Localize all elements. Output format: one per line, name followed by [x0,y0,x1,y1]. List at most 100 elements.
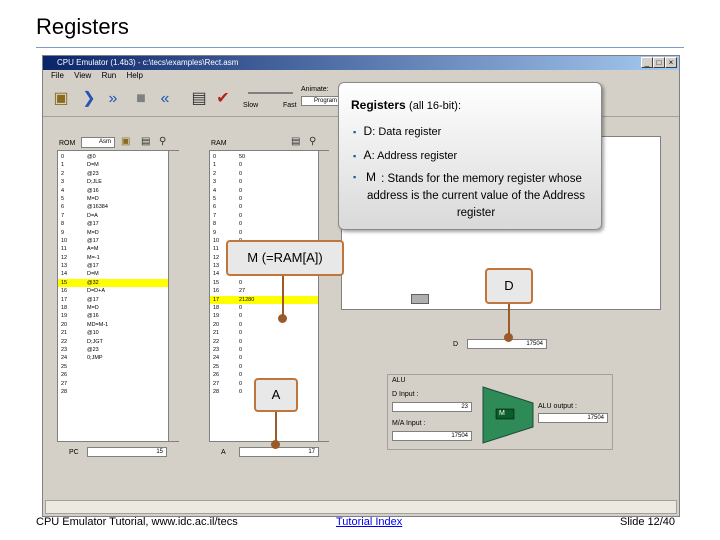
ram-row[interactable]: 15 0 [210,279,318,287]
pc-value[interactable]: 15 [87,447,167,457]
document-icon[interactable]: ▤ [141,136,150,147]
tutorial-index-link[interactable]: Tutorial Index [336,516,402,528]
rom-scrollbar[interactable] [168,151,179,441]
rom-row[interactable]: 22 D;JGT [58,338,168,346]
rom-row[interactable]: 25 [58,363,168,371]
ram-row[interactable]: 20 0 [210,321,318,329]
ram-row[interactable]: 40 [210,187,318,195]
d-register-callout: D [485,268,533,304]
ram-row[interactable]: 80 [210,220,318,228]
ram-row[interactable]: 60 [210,203,318,211]
rom-row[interactable]: 10 @17 [58,237,168,245]
open-folder-icon[interactable]: ▣ [121,136,130,147]
keyboard-icon[interactable] [411,294,429,304]
ram-row-value: 50 [239,154,246,160]
menu-file[interactable]: File [51,71,64,80]
rom-row[interactable]: 6 @16384 [58,203,168,211]
ram-row[interactable]: 10 [210,161,318,169]
ram-row[interactable]: 16 27 [210,287,318,295]
callout-item-key: A [363,148,372,162]
animate-select[interactable]: Program [301,96,341,106]
ram-row-address: 15 [213,279,220,286]
rom-row[interactable]: 0 @0 [58,153,168,161]
rom-row[interactable]: 19 @16 [58,312,168,320]
load-program-icon[interactable]: ▣ [51,89,71,109]
rom-row[interactable]: 1 D=M [58,161,168,169]
rom-row[interactable]: 11 A=M [58,245,168,253]
ram-row-value: 0 [239,330,243,337]
menu-help[interactable]: Help [126,71,142,80]
rom-row-value: @17 [87,296,99,303]
rom-row[interactable]: 24 0;JMP [58,354,168,362]
rom-row[interactable]: 5 M=D [58,195,168,203]
ram-row-address: 23 [213,346,220,353]
rom-row[interactable]: 16 D=D+A [58,287,168,295]
ram-row[interactable]: 30 [210,178,318,186]
stop-icon[interactable]: ■ [131,89,151,109]
rom-row[interactable]: 17 @17 [58,296,168,304]
minimize-button[interactable]: _ [641,57,653,68]
speed-slider[interactable] [248,92,293,94]
breakpoint-icon[interactable]: ✔ [213,89,233,109]
rom-row[interactable]: 26 [58,371,168,379]
rom-row[interactable]: 2 @23 [58,170,168,178]
a-register-callout: A [254,378,298,412]
a-register-value[interactable]: 17 [239,447,319,457]
rom-format-select[interactable]: Asm [81,137,115,148]
ram-row-address: 8 [213,221,217,228]
reset-icon[interactable]: « [155,89,175,109]
ram-scrollbar[interactable] [318,151,329,441]
ram-row[interactable]: 17 21280 [210,295,318,305]
ram-row[interactable]: 20 [210,170,318,178]
ram-row-value: 0 [239,212,243,219]
ram-row[interactable]: 24 0 [210,354,318,362]
ram-row[interactable]: 22 0 [210,338,318,346]
ram-row[interactable]: 50 [210,195,318,203]
alu-output-value: 17504 [538,413,608,423]
ram-binoculars-icon[interactable]: ⚲ [309,136,316,147]
menu-view[interactable]: View [74,71,91,80]
ram-row-address: 22 [213,338,220,345]
ram-row-address: 21 [213,330,220,337]
run-icon[interactable]: » [103,89,123,109]
ram-row-value: 0 [239,187,243,194]
rom-row[interactable]: 12 M=-1 [58,254,168,262]
ram-row[interactable]: 18 0 [210,304,318,312]
rom-row[interactable]: 9 M=D [58,229,168,237]
rom-row[interactable]: 8 @17 [58,220,168,228]
rom-row-address: 28 [61,388,68,395]
rom-row[interactable]: 3 D;JLE [58,178,168,186]
ram-row-address: 16 [213,288,220,295]
binoculars-icon[interactable]: ⚲ [159,136,166,147]
rom-row[interactable]: 21 @10 [58,329,168,337]
ram-row[interactable]: 23 0 [210,346,318,354]
ram-row[interactable]: 70 [210,212,318,220]
ram-row-value: 0 [239,229,243,236]
ram-document-icon[interactable]: ▤ [291,136,300,147]
menu-run[interactable]: Run [102,71,117,80]
a-connector-dot [271,440,280,449]
single-step-icon[interactable]: ❯ [79,89,99,109]
rom-row[interactable]: 27 [58,380,168,388]
rom-row[interactable]: 15 @32 [58,278,168,288]
callout-item-text: : Address register [371,150,458,162]
rom-row[interactable]: 20 MD=M-1 [58,321,168,329]
maximize-button[interactable]: □ [653,57,665,68]
ram-row[interactable]: 21 0 [210,329,318,337]
rom-row[interactable]: 28 [58,388,168,396]
status-bar [45,500,677,514]
ram-row[interactable]: 25 0 [210,363,318,371]
rom-row-address: 8 [61,221,65,228]
rom-row[interactable]: 14 D=M [58,270,168,278]
rom-row[interactable]: 13 @17 [58,262,168,270]
ram-row[interactable]: 19 0 [210,312,318,320]
script-icon[interactable]: ▤ [189,89,209,109]
ram-row[interactable]: 0 50 [210,153,318,161]
ram-row[interactable]: 90 [210,229,318,237]
rom-row[interactable]: 23 @23 [58,346,168,354]
rom-row[interactable]: 4 @16 [58,187,168,195]
rom-row[interactable]: 18 M=D [58,304,168,312]
close-button[interactable]: × [665,57,677,68]
d-connector-dot [504,333,513,342]
rom-row[interactable]: 7 D=A [58,212,168,220]
